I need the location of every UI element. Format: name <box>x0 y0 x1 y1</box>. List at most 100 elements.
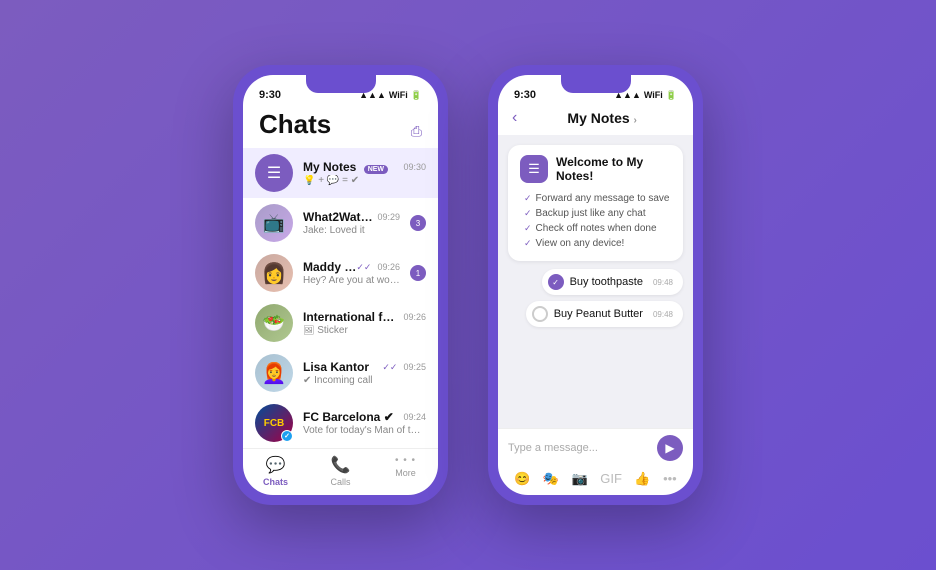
status-time-1: 9:30 <box>259 89 281 101</box>
send-button[interactable]: ▶ <box>657 435 683 461</box>
chat-item-what2watch[interactable]: 📺 What2Watch 09:29 Jake: Loved it 3 <box>243 198 438 248</box>
nav-more[interactable]: • • • More <box>373 455 438 487</box>
todo-check-toothpaste[interactable]: ✓ <box>548 274 564 290</box>
chat-preview-maddy: Hey? Are you at work already? I have som… <box>303 275 400 286</box>
nav-calls-label: Calls <box>330 477 350 487</box>
calls-nav-icon: 📞 <box>331 455 351 475</box>
unread-badge-maddy: 1 <box>410 265 426 281</box>
notes-chevron: › <box>634 115 637 126</box>
chat-time-my-notes: 09:30 <box>403 162 426 172</box>
chat-content-intl-foodies: International foodies 09:26 🖼 Sticker <box>303 310 426 336</box>
edit-icon[interactable]: ⎙ <box>411 123 422 140</box>
welcome-card: ☰ Welcome to My Notes! ✓ Forward any mes… <box>508 145 683 261</box>
avatar-what2watch: 📺 <box>255 204 293 242</box>
check-icon-2: ✓ <box>524 208 532 219</box>
chat-preview-lisa: ✔ Incoming call <box>303 375 426 386</box>
notes-icon: ☰ <box>520 155 548 183</box>
welcome-header: ☰ Welcome to My Notes! <box>520 155 671 183</box>
double-check-maddy: ✓✓ <box>356 262 371 273</box>
chat-time-maddy: 09:26 <box>377 262 400 272</box>
check-icon-1: ✓ <box>524 193 532 204</box>
check-icon-3: ✓ <box>524 223 532 234</box>
chat-item-fc-barcelona[interactable]: FCB ✓ FC Barcelona ✔ 09:24 Vote for toda… <box>243 398 438 448</box>
phone-notes: 9:30 ▲▲▲ WiFi 🔋 ‹ My Notes › ☰ Welcome t… <box>488 65 703 505</box>
signal-icon: ▲▲▲ <box>359 90 386 100</box>
chat-item-lisa[interactable]: 👩‍🦰 Lisa Kantor ✓✓ 09:25 ✔ Incoming call <box>243 348 438 398</box>
more-toolbar-icon[interactable]: ••• <box>663 471 677 487</box>
notes-header: ‹ My Notes › <box>498 105 693 135</box>
chat-name-what2watch: What2Watch <box>303 210 373 224</box>
check-icon-4: ✓ <box>524 238 532 249</box>
chat-time-fc-barcelona: 09:24 <box>403 412 426 422</box>
chat-item-my-notes[interactable]: ☰ My Notes NEW 09:30 💡 + 💬 = ✔ <box>243 148 438 198</box>
chat-content-lisa: Lisa Kantor ✓✓ 09:25 ✔ Incoming call <box>303 360 426 386</box>
chat-content-fc-barcelona: FC Barcelona ✔ 09:24 Vote for today's Ma… <box>303 410 426 436</box>
phone-chats: 9:30 ▲▲▲ WiFi 🔋 Chats ⎙ ☰ My Notes NEW 0 <box>233 65 448 505</box>
status-icons-2: ▲▲▲ WiFi 🔋 <box>614 90 677 101</box>
chat-name-lisa: Lisa Kantor <box>303 360 369 374</box>
verified-icon: ✓ <box>281 430 293 442</box>
chat-preview-intl-foodies: 🖼 Sticker <box>303 325 426 336</box>
status-time-2: 9:30 <box>514 89 536 101</box>
bottom-nav: 💬 Chats 📞 Calls • • • More <box>243 448 438 495</box>
todo-section: ✓ Buy toothpaste 09:48 Buy Peanut Butter… <box>508 269 683 327</box>
welcome-item-4: ✓ View on any device! <box>524 236 671 251</box>
signal-icon-2: ▲▲▲ <box>614 90 641 100</box>
chat-preview-what2watch: Jake: Loved it <box>303 225 400 236</box>
chats-nav-icon: 💬 <box>266 455 286 475</box>
avatar-my-notes: ☰ <box>255 154 293 192</box>
unread-badge-what2watch: 3 <box>410 215 426 231</box>
chat-name-intl-foodies: International foodies <box>303 310 399 324</box>
chat-name-fc-barcelona: FC Barcelona ✔ <box>303 410 394 424</box>
nav-chats-label: Chats <box>263 477 288 487</box>
chat-item-maddy[interactable]: 👩 Maddy Johnson ✓✓ 09:26 Hey? Are you at… <box>243 248 438 298</box>
toolbar-row: 😊 🎭 📷 GIF 👍 ••• <box>498 467 693 495</box>
avatar-intl-foodies: 🥗 <box>255 304 293 342</box>
welcome-item-2: ✓ Backup just like any chat <box>524 206 671 221</box>
todo-item-toothpaste[interactable]: ✓ Buy toothpaste 09:48 <box>542 269 683 295</box>
avatar-fc-barcelona: FCB ✓ <box>255 404 293 442</box>
chat-time-intl-foodies: 09:26 <box>403 312 426 322</box>
back-button[interactable]: ‹ <box>512 109 517 127</box>
message-input-bar: Type a message... ▶ <box>498 428 693 467</box>
emoji-icon[interactable]: 😊 <box>514 471 530 487</box>
welcome-item-3: ✓ Check off notes when done <box>524 221 671 236</box>
input-area: Type a message... ▶ 😊 🎭 📷 GIF 👍 ••• <box>498 428 693 495</box>
todo-time-toothpaste: 09:48 <box>653 278 673 287</box>
chat-time-lisa: 09:25 <box>403 362 426 372</box>
welcome-title: Welcome to My Notes! <box>556 155 671 183</box>
chat-item-intl-foodies[interactable]: 🥗 International foodies 09:26 🖼 Sticker <box>243 298 438 348</box>
chat-content-my-notes: My Notes NEW 09:30 💡 + 💬 = ✔ <box>303 160 426 186</box>
nav-chats[interactable]: 💬 Chats <box>243 455 308 487</box>
todo-check-peanut-butter[interactable] <box>532 306 548 322</box>
chat-preview-fc-barcelona: Vote for today's Man of the Match 🏆 <box>303 425 426 436</box>
nav-more-label: More <box>395 468 416 478</box>
chat-list: ☰ My Notes NEW 09:30 💡 + 💬 = ✔ 📺 <box>243 148 438 448</box>
sticker-icon[interactable]: 🎭 <box>543 471 559 487</box>
chat-content-maddy: Maddy Johnson ✓✓ 09:26 Hey? Are you at w… <box>303 260 400 286</box>
battery-icon-2: 🔋 <box>666 90 677 101</box>
chat-time-what2watch: 09:29 <box>377 212 400 222</box>
todo-text-toothpaste: Buy toothpaste <box>570 276 643 288</box>
gif-icon[interactable]: GIF <box>600 471 622 487</box>
camera-icon[interactable]: 📷 <box>572 471 588 487</box>
todo-text-peanut-butter: Buy Peanut Butter <box>554 308 643 320</box>
todo-time-peanut-butter: 09:48 <box>653 310 673 319</box>
avatar-maddy: 👩 <box>255 254 293 292</box>
avatar-lisa: 👩‍🦰 <box>255 354 293 392</box>
double-check-lisa: ✓✓ <box>382 362 397 373</box>
message-placeholder: Type a message... <box>508 442 651 454</box>
more-nav-icon: • • • <box>395 455 416 466</box>
battery-icon: 🔋 <box>411 90 422 101</box>
chats-title: Chats <box>259 109 331 140</box>
chat-content-what2watch: What2Watch 09:29 Jake: Loved it <box>303 210 400 236</box>
wifi-icon: WiFi <box>389 90 408 100</box>
like-icon[interactable]: 👍 <box>634 471 650 487</box>
chat-preview-my-notes: 💡 + 💬 = ✔ <box>303 175 426 186</box>
notes-body: ☰ Welcome to My Notes! ✓ Forward any mes… <box>498 135 693 428</box>
todo-item-peanut-butter[interactable]: Buy Peanut Butter 09:48 <box>526 301 683 327</box>
nav-calls[interactable]: 📞 Calls <box>308 455 373 487</box>
chats-header: Chats ⎙ <box>243 105 438 148</box>
welcome-item-1: ✓ Forward any message to save <box>524 191 671 206</box>
status-bar-1: 9:30 ▲▲▲ WiFi 🔋 <box>243 75 438 105</box>
